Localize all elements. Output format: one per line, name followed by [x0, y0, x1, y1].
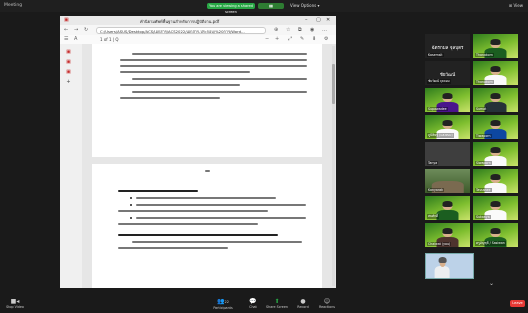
record-icon: ●	[300, 298, 306, 305]
minimize-icon[interactable]: –	[305, 17, 308, 23]
participant-tile[interactable]: ฉัตรกมล จุลบุตร Kasemsit	[425, 34, 470, 58]
reactions-button[interactable]: ☺ Reactions	[316, 298, 338, 309]
participant-name: Sukanya	[475, 215, 491, 219]
participant-gallery: ฉัตรกมล จุลบุตร Kasemsit Thanakorn ชัยวั…	[415, 34, 518, 284]
self-view-video[interactable]	[425, 253, 474, 279]
chat-button[interactable]: 💬 Chat	[242, 298, 264, 309]
shared-screen: ▣ คำนิยามศัพท์พื้นฐานสำหรับการปฏิบัติงาน…	[60, 16, 336, 288]
meeting-top-bar: Meeting You are viewing a shared screen …	[0, 0, 528, 14]
record-button[interactable]: ● Record	[292, 298, 314, 309]
participant-name: ชัยวัฒน์ จุลจอม	[427, 79, 451, 84]
reactions-icon: ☺	[323, 298, 331, 305]
participant-tile[interactable]: Kanyarak	[425, 169, 470, 193]
collections-icon[interactable]: ⧉	[298, 27, 302, 33]
zoom-out-icon[interactable]: −	[265, 36, 269, 42]
close-icon[interactable]: ✕	[326, 17, 330, 23]
participant-tile[interactable]: Siwaporn	[473, 142, 518, 166]
add-icon[interactable]: +	[66, 80, 71, 85]
save-icon[interactable]: ⬇	[312, 36, 316, 42]
pdf-file-icon-2[interactable]: ▣	[66, 60, 71, 65]
participant-name: Kanyarak	[427, 188, 444, 192]
pdf-file-icon-3[interactable]: ▣	[66, 70, 71, 75]
pdf-scroll-thumb[interactable]	[332, 64, 335, 104]
maximize-icon[interactable]: ▢	[316, 17, 321, 23]
participant-tile[interactable]: Tiwaporn	[473, 115, 518, 139]
participant-display-name: ฉัตรกมล จุลบุตร	[431, 46, 464, 52]
profile-icon[interactable]: ◉	[310, 27, 314, 33]
participant-tile[interactable]: สมศักดิ์	[425, 196, 470, 220]
view-layout-button[interactable]: ⊞ View	[509, 3, 523, 8]
gallery-next-icon[interactable]: ⌄	[489, 280, 494, 287]
page-indicator[interactable]: 1 of 1 | Q	[100, 37, 119, 42]
participant-tile[interactable]: Thanakorn	[473, 34, 518, 58]
share-screen-button[interactable]: ⬆ Share Screen	[266, 298, 288, 309]
participants-button[interactable]: 👥22 Participants	[212, 298, 234, 310]
participant-tile[interactable]: Supawadee	[425, 88, 470, 112]
video-camera-icon: ■◂	[10, 298, 20, 305]
participant-name: Tanya	[427, 161, 439, 165]
participant-name: Tiwaporn	[475, 134, 492, 138]
participant-tile[interactable]: ภูมิศิษฐ์ (แสงทอง)	[425, 115, 470, 139]
address-input[interactable]: C:/Users/ASUS/Desktop/ACS/เอกสาร/ACS2022…	[96, 26, 266, 34]
participant-name: Siwaporn	[475, 161, 492, 165]
participant-name: Sumat	[475, 107, 488, 111]
participant-name: ภูมิศิษฐ์ (แสงทอง)	[427, 133, 454, 138]
participant-tile[interactable]: Tanya	[425, 142, 470, 166]
pdf-page-2	[92, 164, 322, 288]
sharing-banner[interactable]: You are viewing a shared screen	[207, 3, 255, 14]
stop-video-button[interactable]: ■◂ Stop Video	[4, 298, 26, 309]
participant-tile[interactable]: ครูอัญชุลี / Sasiwan	[473, 223, 518, 247]
meeting-toolbar: ■◂ Stop Video 👥22 Participants 💬 Chat ⬆ …	[0, 297, 528, 313]
participant-tile[interactable]: Sukanya	[473, 196, 518, 220]
stop-share-button[interactable]: ▮▮	[258, 3, 284, 9]
chat-icon: 💬	[249, 298, 257, 305]
settings-icon[interactable]: ⚙	[324, 36, 328, 42]
participant-tile[interactable]: Thanakorn	[473, 61, 518, 85]
participant-tile[interactable]: Sumat	[473, 88, 518, 112]
pdf-side-panel: ▣ ▣ ▣ +	[60, 44, 83, 288]
view-options-button[interactable]: View Options ▾	[290, 3, 319, 8]
forward-icon[interactable]: →	[74, 27, 78, 33]
participant-name: Chaiwat (you)	[427, 242, 452, 246]
pdf-page-1	[92, 44, 322, 157]
pdf-file-icon[interactable]: ▣	[66, 50, 71, 55]
draw-icon[interactable]: ✎	[300, 36, 304, 42]
participant-name: Supawadee	[427, 107, 448, 111]
participant-name: Thanakorn	[475, 80, 494, 84]
participants-icon: 👥22	[217, 298, 229, 305]
participant-tile[interactable]: ชัยวัฒน์ ชัยวัฒน์ จุลจอม	[425, 61, 470, 85]
participant-name: Kasemsit	[427, 53, 444, 57]
browser-tab-title[interactable]: คำนิยามศัพท์พื้นฐานสำหรับการปฏิบัติงาน.p…	[140, 18, 219, 25]
zoom-in-icon[interactable]: +	[275, 36, 279, 42]
read-aloud-icon[interactable]: A	[74, 36, 77, 42]
contents-icon[interactable]: ☰	[64, 36, 68, 42]
reload-icon[interactable]: ↻	[84, 27, 88, 33]
share-screen-icon: ⬆	[274, 298, 280, 305]
participant-name: สมศักดิ์	[427, 214, 440, 219]
bookmark-icon[interactable]: ☆	[286, 27, 290, 33]
participant-name: ครูอัญชุลี / Sasiwan	[475, 241, 506, 246]
participant-tile[interactable]: Tassanee	[473, 169, 518, 193]
more-icon[interactable]: …	[322, 27, 327, 33]
browser-tab-bar: ▣ คำนิยามศัพท์พื้นฐานสำหรับการปฏิบัติงาน…	[60, 16, 336, 25]
zoom-icon[interactable]: ⊕	[274, 27, 278, 33]
window-title: Meeting	[4, 3, 23, 8]
fit-page-icon[interactable]: ⤢	[288, 36, 292, 42]
leave-button[interactable]: Leave	[510, 300, 525, 307]
pdf-document-area[interactable]	[82, 44, 336, 288]
back-icon[interactable]: ←	[64, 27, 68, 33]
participant-tile[interactable]: Chaiwat (you)	[425, 223, 470, 247]
participant-name: Tassanee	[475, 188, 492, 192]
pdf-icon: ▣	[64, 17, 69, 23]
participant-display-name: ชัยวัฒน์	[439, 73, 456, 79]
participant-name: Thanakorn	[475, 53, 494, 57]
